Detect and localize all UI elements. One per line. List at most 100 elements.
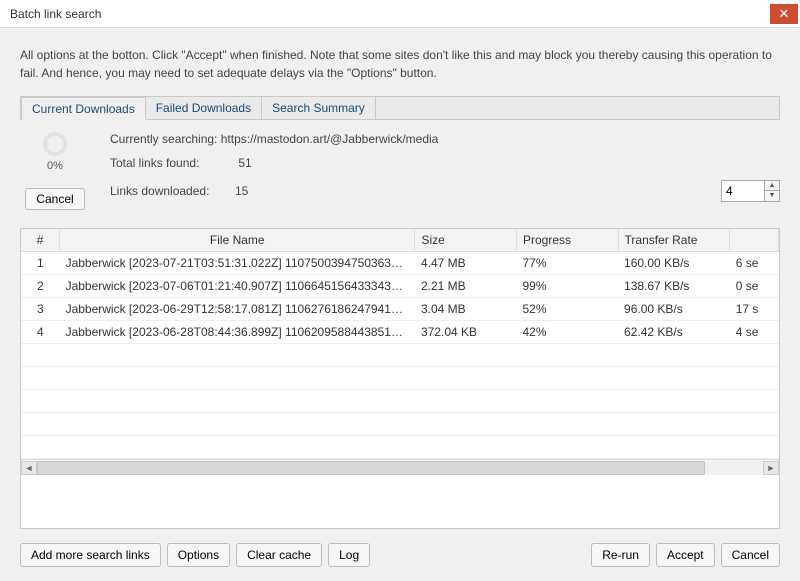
table-cell: 17 s	[730, 298, 779, 321]
searching-url: https://mastodon.art/@Jabberwick/media	[221, 132, 439, 146]
status-row: 0% Cancel Currently searching: https://m…	[20, 132, 780, 212]
table-cell	[730, 390, 779, 413]
table-row[interactable]	[21, 436, 779, 459]
table-cell: 99%	[517, 275, 619, 298]
table-cell	[517, 413, 619, 436]
table-cell	[60, 344, 415, 367]
table-cell: 52%	[517, 298, 619, 321]
table-cell: 42%	[517, 321, 619, 344]
tab-failed-downloads[interactable]: Failed Downloads	[146, 97, 262, 119]
status-info: Currently searching: https://mastodon.ar…	[90, 132, 780, 212]
dialog-content: All options at the botton. Click "Accept…	[0, 28, 800, 581]
concurrency-input[interactable]	[721, 180, 765, 202]
table-cell: 4.47 MB	[415, 252, 517, 275]
downloaded-label: Links downloaded:	[110, 184, 235, 198]
table-cell	[60, 413, 415, 436]
table-row[interactable]: 1Jabberwick [2023-07-21T03:51:31.022Z] 1…	[21, 252, 779, 275]
table-cell: 1	[21, 252, 60, 275]
total-links-label: Total links found:	[110, 156, 235, 170]
table-row[interactable]	[21, 413, 779, 436]
table-row[interactable]	[21, 344, 779, 367]
scroll-thumb[interactable]	[37, 461, 705, 475]
table-cell	[60, 390, 415, 413]
spinner-percent: 0%	[20, 160, 90, 172]
table-cell: 0 se	[730, 275, 779, 298]
downloaded-value: 15	[235, 184, 248, 198]
table-cell: 4 se	[730, 321, 779, 344]
table-cell	[618, 436, 730, 459]
table-row[interactable]: 3Jabberwick [2023-06-29T12:58:17.081Z] 1…	[21, 298, 779, 321]
scroll-left-icon[interactable]: ◄	[21, 461, 37, 475]
stepper-down-icon[interactable]: ▼	[765, 191, 779, 201]
table-cell	[618, 390, 730, 413]
tab-current-downloads[interactable]: Current Downloads	[21, 97, 146, 120]
table-cell	[415, 413, 517, 436]
table-cell: 160.00 KB/s	[618, 252, 730, 275]
table-cell	[21, 413, 60, 436]
col-header-time[interactable]	[730, 229, 779, 252]
clear-cache-button[interactable]: Clear cache	[236, 543, 322, 567]
downloads-table: # File Name Size Progress Transfer Rate …	[21, 229, 779, 459]
log-button[interactable]: Log	[328, 543, 370, 567]
horizontal-scrollbar[interactable]: ◄ ►	[21, 459, 779, 475]
options-button[interactable]: Options	[167, 543, 230, 567]
table-cell: 372.04 KB	[415, 321, 517, 344]
footer-buttons: Add more search links Options Clear cach…	[20, 543, 780, 567]
table-cell	[517, 367, 619, 390]
cancel-button[interactable]: Cancel	[721, 543, 780, 567]
table-row[interactable]	[21, 390, 779, 413]
col-header-index[interactable]: #	[21, 229, 60, 252]
table-cell: Jabberwick [2023-06-29T12:58:17.081Z] 11…	[60, 298, 415, 321]
table-cell	[21, 390, 60, 413]
table-cell	[730, 413, 779, 436]
table-cell: 62.42 KB/s	[618, 321, 730, 344]
col-header-rate[interactable]: Transfer Rate	[618, 229, 730, 252]
tab-search-summary[interactable]: Search Summary	[262, 97, 376, 119]
add-links-button[interactable]: Add more search links	[20, 543, 161, 567]
table-cell: 2.21 MB	[415, 275, 517, 298]
table-body: 1Jabberwick [2023-07-21T03:51:31.022Z] 1…	[21, 252, 779, 459]
table-cell	[415, 436, 517, 459]
searching-label: Currently searching:	[110, 132, 217, 146]
table-cell	[415, 344, 517, 367]
table-row[interactable]: 2Jabberwick [2023-07-06T01:21:40.907Z] 1…	[21, 275, 779, 298]
col-header-size[interactable]: Size	[415, 229, 517, 252]
scroll-track[interactable]	[37, 461, 763, 475]
cancel-search-button[interactable]: Cancel	[25, 188, 84, 210]
window-title: Batch link search	[10, 7, 770, 21]
scroll-right-icon[interactable]: ►	[763, 461, 779, 475]
table-cell	[730, 436, 779, 459]
table-cell: Jabberwick [2023-07-21T03:51:31.022Z] 11…	[60, 252, 415, 275]
table-cell	[618, 367, 730, 390]
progress-block: 0% Cancel	[20, 132, 90, 210]
table-cell	[21, 367, 60, 390]
col-header-progress[interactable]: Progress	[517, 229, 619, 252]
spinner-icon	[43, 132, 67, 156]
table-cell	[60, 436, 415, 459]
table-cell: 3	[21, 298, 60, 321]
concurrency-stepper[interactable]: ▲ ▼	[721, 180, 780, 202]
table-cell	[517, 390, 619, 413]
table-row[interactable]	[21, 367, 779, 390]
rerun-button[interactable]: Re-run	[591, 543, 650, 567]
table-cell	[517, 436, 619, 459]
table-row[interactable]: 4Jabberwick [2023-06-28T08:44:36.899Z] 1…	[21, 321, 779, 344]
table-cell	[415, 390, 517, 413]
table-cell: 138.67 KB/s	[618, 275, 730, 298]
downloads-table-wrap: # File Name Size Progress Transfer Rate …	[20, 228, 780, 529]
table-cell: Jabberwick [2023-06-28T08:44:36.899Z] 11…	[60, 321, 415, 344]
tab-strip: Current Downloads Failed Downloads Searc…	[20, 96, 780, 120]
table-cell	[21, 344, 60, 367]
stepper-buttons: ▲ ▼	[765, 180, 780, 202]
titlebar: Batch link search ✕	[0, 0, 800, 28]
table-cell: 6 se	[730, 252, 779, 275]
stepper-up-icon[interactable]: ▲	[765, 181, 779, 191]
table-cell	[21, 436, 60, 459]
table-cell	[618, 413, 730, 436]
table-cell	[60, 367, 415, 390]
accept-button[interactable]: Accept	[656, 543, 715, 567]
table-cell: 2	[21, 275, 60, 298]
close-icon[interactable]: ✕	[770, 4, 798, 24]
col-header-filename[interactable]: File Name	[60, 229, 415, 252]
table-cell	[730, 367, 779, 390]
